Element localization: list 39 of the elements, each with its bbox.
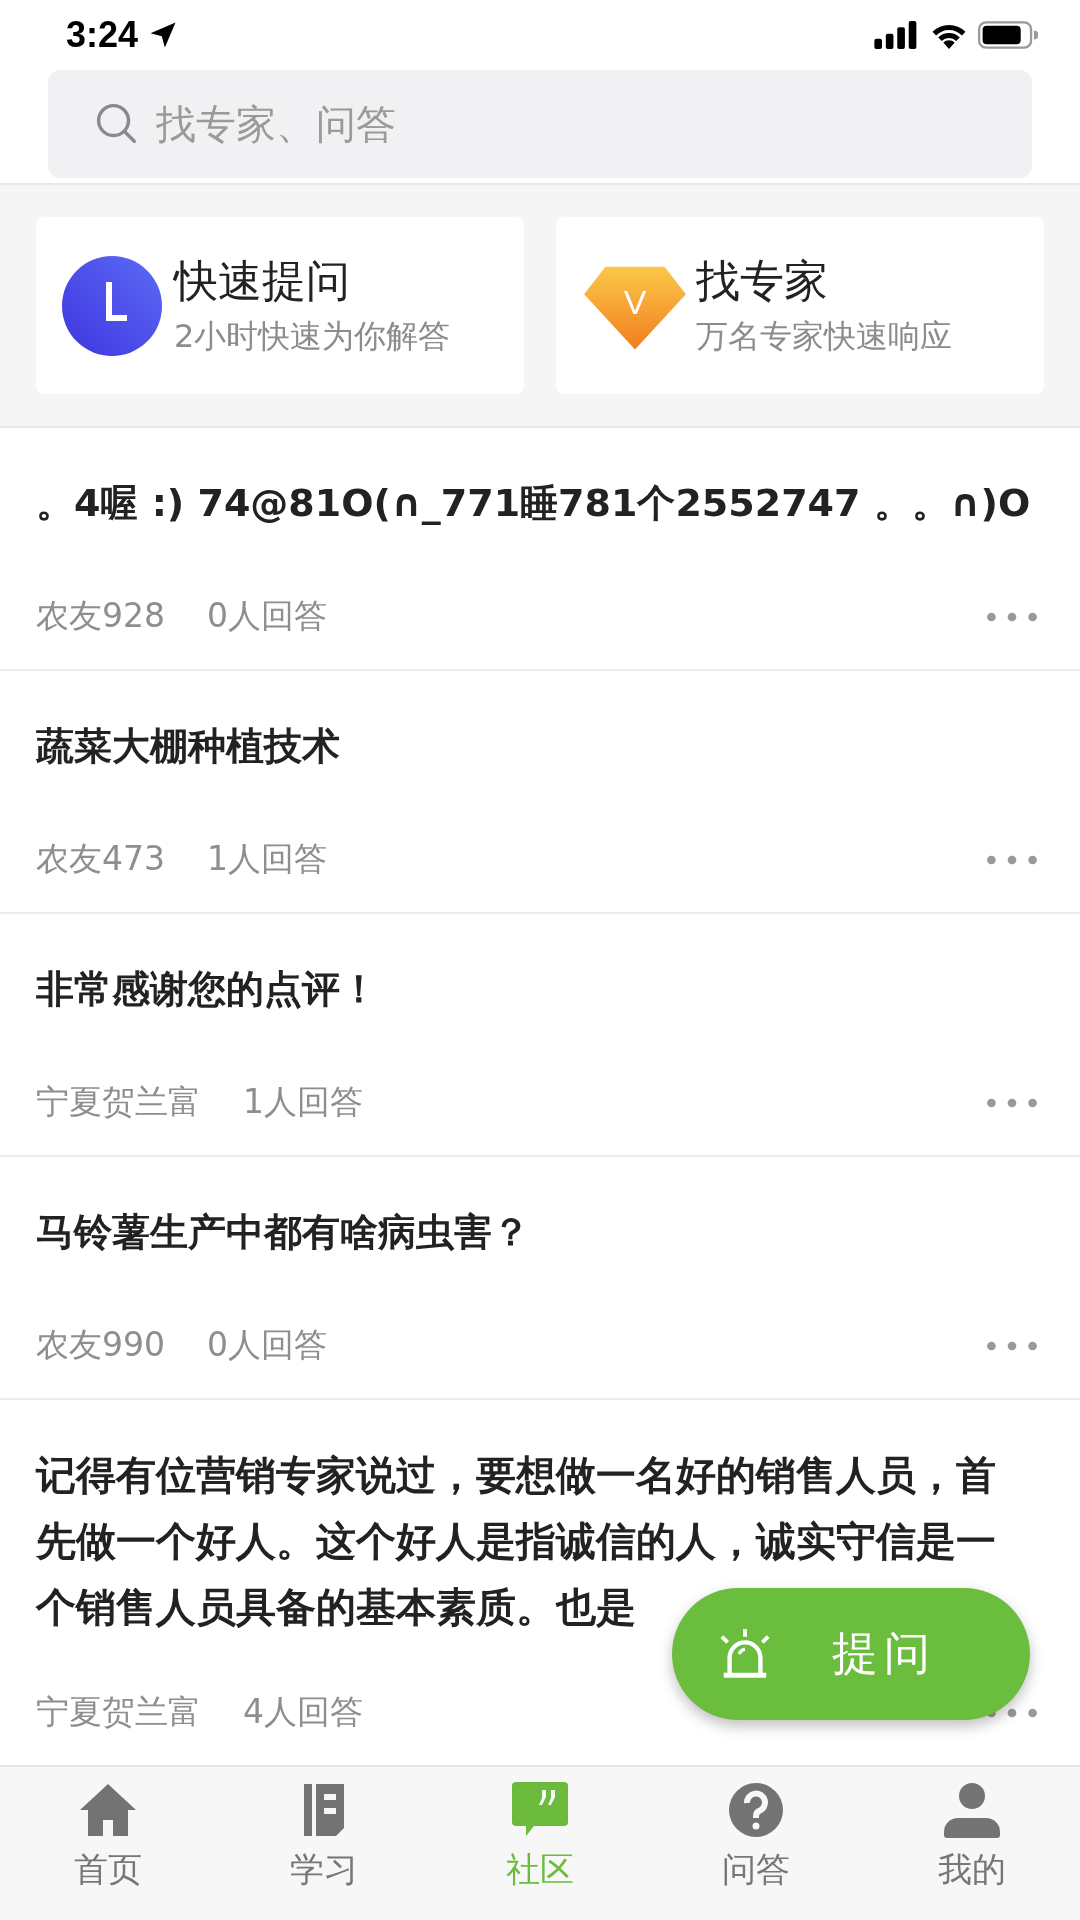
post-title-line[interactable]: 记得有位营销专家说过，要想做一名好的销售人员，首 <box>36 1442 996 1508</box>
post-author: 农友990 <box>36 1324 165 1366</box>
post-title[interactable]: 非常感谢您的点评！ <box>36 956 1044 1022</box>
question-icon <box>726 1781 786 1839</box>
answer-count: 4人回答 <box>243 1691 363 1733</box>
post-title[interactable]: 马铃薯生产中都有啥病虫害？ <box>36 1199 1044 1265</box>
more-icon[interactable] <box>986 1096 1038 1109</box>
post-author: 农友473 <box>36 838 165 880</box>
post-author: 宁夏贺兰富 <box>36 1081 201 1123</box>
post-title-line[interactable]: 先做一个好人。这个好人是指诚信的人，诚实守信是一 <box>36 1508 996 1574</box>
shortcut-subtitle: 万名专家快速响应 <box>696 316 952 357</box>
clock-icon <box>62 255 162 356</box>
more-icon[interactable] <box>986 610 1038 623</box>
post-author: 农友928 <box>36 595 165 637</box>
post-title[interactable]: 蔬菜大棚种植技术 <box>36 713 1044 779</box>
post-title[interactable]: 。4喔 :) 74@81O(∩_771睡781个2552747 。。∩)O <box>36 470 1044 536</box>
tab[interactable]: 首页 <box>0 1767 216 1920</box>
more-icon[interactable] <box>986 853 1038 866</box>
tab[interactable]: 问答 <box>648 1767 864 1920</box>
tab[interactable]: 学习 <box>216 1767 432 1920</box>
tab[interactable]: 我的 <box>864 1767 1080 1920</box>
answer-count: 0人回答 <box>207 1324 327 1366</box>
shortcut-card[interactable]: V 找专家 万名专家快速响应 <box>556 217 1044 394</box>
shortcut-subtitle: 2小时快速为你解答 <box>174 316 451 357</box>
person-icon <box>942 1781 1002 1839</box>
post-author: 宁夏贺兰富 <box>36 1691 201 1733</box>
more-icon[interactable] <box>986 1339 1038 1352</box>
shortcut-title: 快速提问 <box>174 254 351 308</box>
home-icon <box>78 1781 138 1839</box>
battery-icon <box>978 21 1038 49</box>
status-time: 3:24 <box>66 14 139 56</box>
post-title-line[interactable]: 个销售人员具备的基本素质。也是 <box>36 1574 636 1640</box>
search-field[interactable]: 找专家、问答 <box>48 70 1032 178</box>
answer-count: 0人回答 <box>207 595 327 637</box>
shortcut-title: 找专家 <box>696 254 829 308</box>
shortcut-card[interactable]: 快速提问 2小时快速为你解答 <box>36 217 524 394</box>
answer-count: 1人回答 <box>207 838 327 880</box>
answer-count: 1人回答 <box>243 1081 363 1123</box>
search-field[interactable]: 找专家、问答 <box>154 100 758 148</box>
